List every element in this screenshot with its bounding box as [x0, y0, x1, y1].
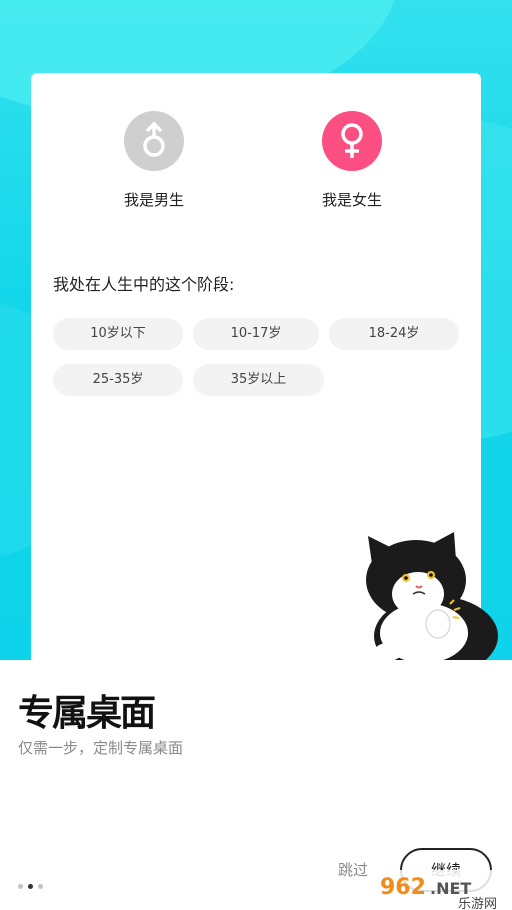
page-dot [38, 884, 43, 889]
page-dot-active [28, 884, 33, 889]
watermark-logo: 962 .NET 乐游网 [372, 870, 512, 910]
skip-button[interactable]: 跳过 [338, 859, 368, 880]
onboarding-panel: 专属桌面 仅需一步，定制专属桌面 跳过 继续 962 .NET 乐游网 [0, 660, 512, 910]
stage-option[interactable]: 10-17岁 [193, 318, 319, 350]
stage-option[interactable]: 35岁以上 [193, 364, 324, 396]
svg-text:.NET: .NET [430, 879, 471, 898]
page-indicator [18, 884, 43, 889]
female-label: 我是女生 [321, 191, 382, 209]
stage-title: 我处在人生中的这个阶段: [53, 275, 235, 294]
male-icon [124, 111, 184, 171]
panel-title: 专属桌面 [18, 693, 156, 734]
male-label: 我是男生 [123, 191, 184, 209]
cat-mascot-illustration [366, 532, 498, 663]
page-dot [18, 884, 23, 889]
panel-subtitle: 仅需一步，定制专属桌面 [18, 739, 184, 757]
svg-text:962: 962 [380, 875, 426, 900]
male-option[interactable]: 我是男生 [84, 111, 224, 210]
svg-text:乐游网: 乐游网 [458, 897, 497, 910]
female-icon [322, 111, 382, 171]
female-option[interactable]: 我是女生 [282, 111, 422, 210]
stage-option[interactable]: 18-24岁 [329, 318, 459, 350]
stage-option[interactable]: 25-35岁 [53, 364, 183, 396]
stage-option[interactable]: 10岁以下 [53, 318, 183, 350]
